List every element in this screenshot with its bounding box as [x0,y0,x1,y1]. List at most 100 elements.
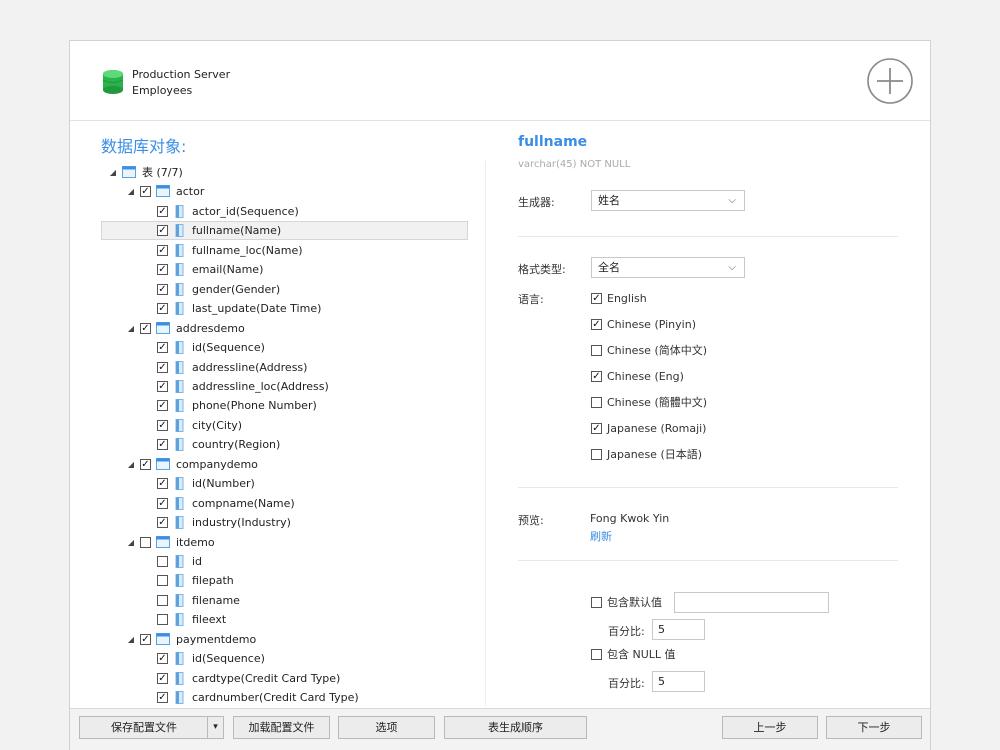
tree-checkbox[interactable]: ✓ [140,185,151,197]
add-circle-icon[interactable] [866,57,914,105]
next-button[interactable]: 下一步 [826,716,922,739]
tree-column-item[interactable]: ✓ compname(Name) [157,494,295,513]
expand-arrow-icon[interactable]: ◢ [125,319,137,338]
tree-column-item[interactable]: ✓ industry(Industry) [157,513,291,532]
column-icon [175,612,184,626]
tree-item-label: fileext [192,613,227,626]
tree-checkbox[interactable] [157,594,168,606]
tree-column-item[interactable]: filename [157,591,240,610]
tree-checkbox[interactable] [157,613,168,625]
tree-checkbox[interactable]: ✓ [157,263,168,275]
language-checkbox[interactable]: ✓ [591,422,602,434]
default-value-input[interactable] [674,592,829,613]
include-default-checkbox[interactable] [591,596,602,608]
expand-arrow-icon[interactable]: ◢ [125,533,137,552]
save-profile-dropdown[interactable]: ▾ [207,716,224,739]
tree-checkbox[interactable]: ✓ [140,633,151,645]
tree-checkbox[interactable]: ✓ [157,341,168,353]
tree-checkbox[interactable]: ✓ [157,477,168,489]
tree-column-item[interactable]: ✓ cardtype(Credit Card Type) [157,669,340,688]
refresh-link[interactable]: 刷新 [590,528,612,544]
tree-item-label: 表 (7/7) [142,166,183,179]
include-null-checkbox[interactable] [591,648,602,660]
tree-table-item[interactable]: ◢ itdemo [125,533,215,552]
save-profile-button[interactable]: 保存配置文件 [79,716,209,739]
tree-checkbox[interactable] [157,555,168,567]
include-null-option[interactable]: 包含 NULL 值 [591,647,676,663]
tree-column-item[interactable]: ✓ id(Sequence) [157,338,265,357]
language-checkbox[interactable]: ✓ [591,370,602,382]
tree-column-item[interactable]: ✓ cardnumber(Credit Card Type) [157,688,359,707]
tree-column-item[interactable]: ✓ actor_id(Sequence) [157,202,299,221]
expand-arrow-icon[interactable]: ◢ [107,163,119,182]
load-profile-button[interactable]: 加载配置文件 [233,716,330,739]
tree-checkbox[interactable]: ✓ [157,380,168,392]
language-checkbox[interactable]: ✓ [591,318,602,330]
tree-table-item[interactable]: ◢ ✓ actor [125,182,204,201]
tree-column-item[interactable]: ✓ gender(Gender) [157,280,280,299]
tree-table-item[interactable]: ◢ ✓ companydemo [125,455,258,474]
tree-checkbox[interactable]: ✓ [157,438,168,450]
tree-checkbox[interactable]: ✓ [140,458,151,470]
tree-column-item[interactable]: ✓ city(City) [157,416,242,435]
language-option[interactable]: Chinese (简体中文) [591,343,707,359]
language-checkbox[interactable]: ✓ [591,292,602,304]
language-option[interactable]: ✓ Chinese (Eng) [591,369,684,385]
tree-checkbox[interactable]: ✓ [157,399,168,411]
tree-checkbox[interactable]: ✓ [157,419,168,431]
tree-table-item[interactable]: ◢ ✓ addresdemo [125,319,245,338]
language-option[interactable]: Chinese (簡體中文) [591,395,707,411]
tree-column-item[interactable]: ✓ country(Region) [157,435,280,454]
null-percent-input[interactable]: 5 [652,671,705,692]
tree-column-item[interactable]: ✓ addressline_loc(Address) [157,377,329,396]
tree-checkbox[interactable]: ✓ [157,302,168,314]
tree-item-label: cardtype(Credit Card Type) [192,672,341,685]
tree-checkbox[interactable]: ✓ [157,691,168,703]
tree-column-item[interactable]: ✓ fullname_loc(Name) [157,241,303,260]
tree-checkbox[interactable]: ✓ [157,205,168,217]
column-icon [175,476,184,490]
tree-column-item[interactable]: fileext [157,610,226,629]
previous-button[interactable]: 上一步 [722,716,818,739]
tree-column-item[interactable]: ✓ email(Name) [157,260,263,279]
expand-arrow-icon[interactable]: ◢ [125,455,137,474]
tree-checkbox[interactable] [157,574,168,586]
language-checkbox[interactable] [591,344,602,356]
expand-arrow-icon[interactable]: ◢ [125,182,137,201]
tree-column-item[interactable]: filepath [157,571,234,590]
tree-checkbox[interactable]: ✓ [157,652,168,664]
expand-arrow-icon[interactable]: ◢ [125,630,137,649]
language-checkbox[interactable] [591,396,602,408]
language-option[interactable]: Japanese (日本語) [591,447,702,463]
table-order-button[interactable]: 表生成顺序 [444,716,587,739]
tree-root-item[interactable]: ◢ 表 (7/7) [107,163,183,182]
tree-checkbox[interactable]: ✓ [140,322,151,334]
tree-item-label: addresdemo [176,322,245,335]
language-option[interactable]: ✓ Japanese (Romaji) [591,421,706,437]
language-option[interactable]: ✓ English [591,291,647,307]
tree-table-item[interactable]: ◢ ✓ paymentdemo [125,630,256,649]
tree-column-item[interactable]: ✓ last_update(Date Time) [157,299,321,318]
language-option[interactable]: ✓ Chinese (Pinyin) [591,317,696,333]
tree-checkbox[interactable]: ✓ [157,224,168,236]
format-type-select[interactable]: 全名 ⌵ [591,257,745,278]
tree-column-item[interactable]: id [157,552,202,571]
tree-checkbox[interactable] [140,536,151,548]
tree-column-item[interactable]: ✓ phone(Phone Number) [157,396,317,415]
tree-column-item[interactable]: ✓ id(Sequence) [157,649,265,668]
tree-checkbox[interactable]: ✓ [157,361,168,373]
default-percent-input[interactable]: 5 [652,619,705,640]
language-checkbox[interactable] [591,448,602,460]
include-default-option[interactable]: 包含默认值 [591,595,662,611]
tree-checkbox[interactable]: ✓ [157,497,168,509]
tree-checkbox[interactable]: ✓ [157,283,168,295]
tree-item-label: compname(Name) [192,497,295,510]
tree-column-item[interactable]: ✓ fullname(Name) [157,221,281,240]
tree-column-item[interactable]: ✓ addressline(Address) [157,358,307,377]
tree-column-item[interactable]: ✓ id(Number) [157,474,255,493]
generator-select[interactable]: 姓名 ⌵ [591,190,745,211]
options-button[interactable]: 选项 [338,716,435,739]
tree-checkbox[interactable]: ✓ [157,516,168,528]
tree-checkbox[interactable]: ✓ [157,672,168,684]
tree-checkbox[interactable]: ✓ [157,244,168,256]
